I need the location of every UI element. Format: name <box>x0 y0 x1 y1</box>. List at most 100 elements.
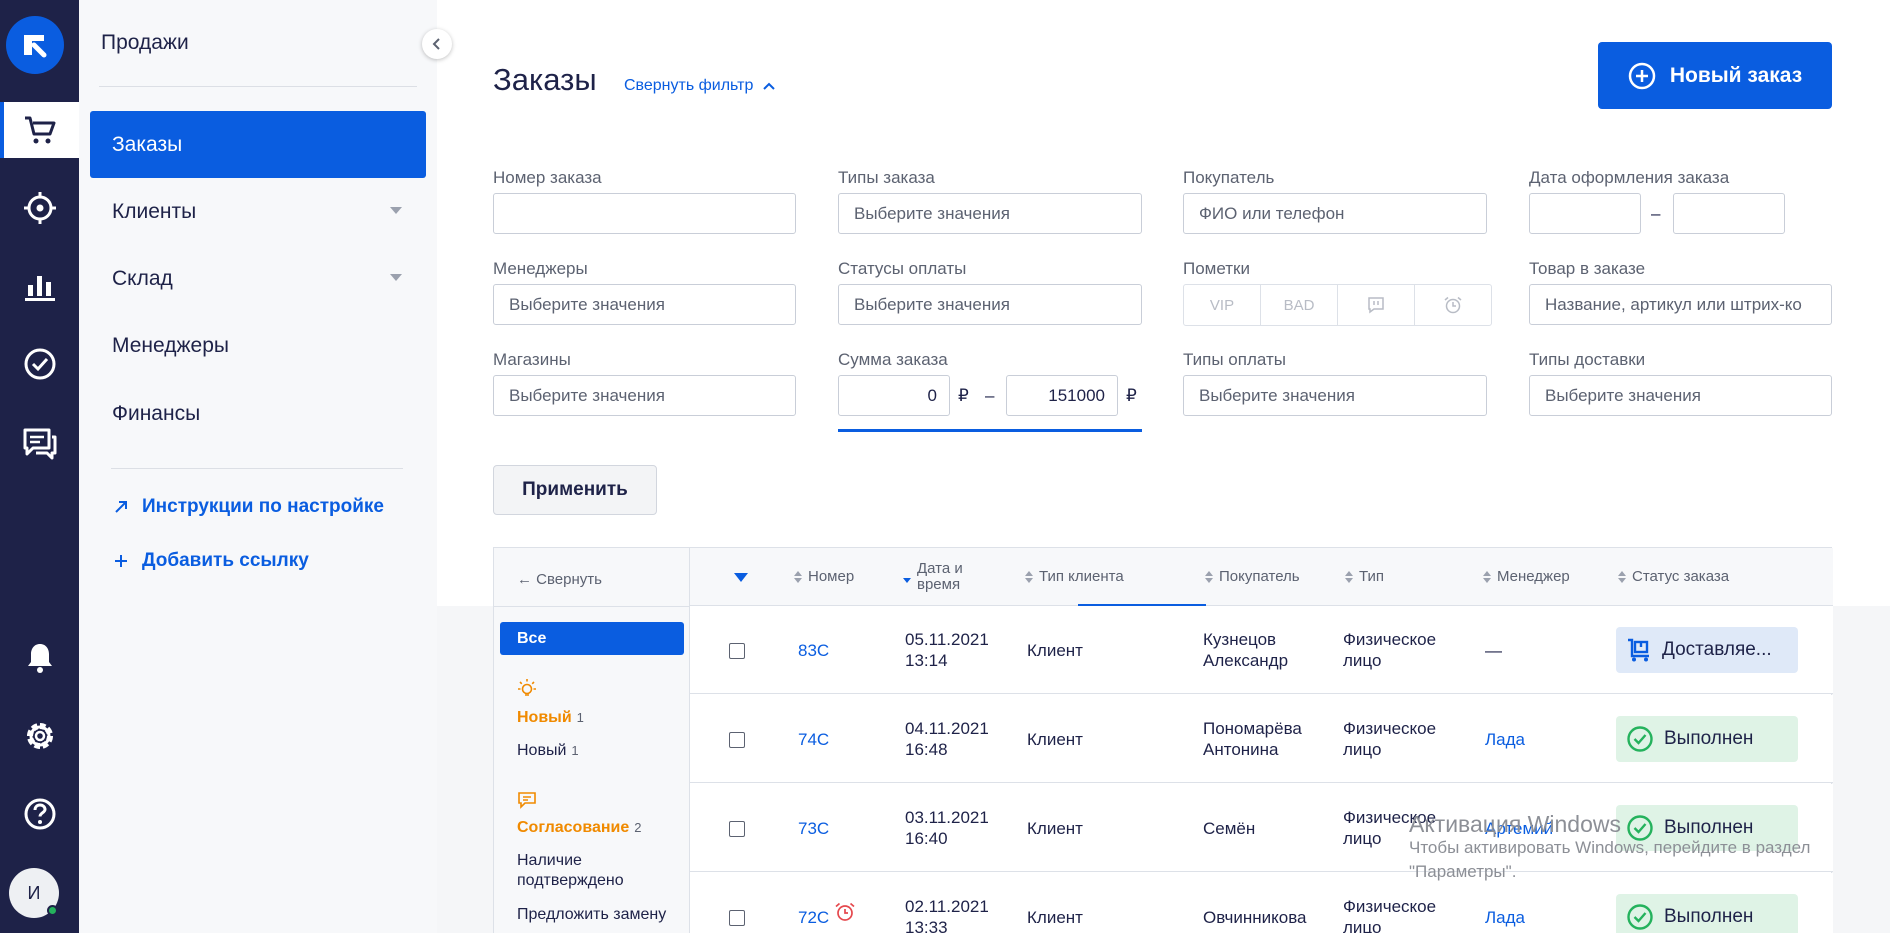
sum-slider-track[interactable] <box>838 429 1142 432</box>
managers-label: Менеджеры <box>493 259 588 278</box>
column-header-label: Тип <box>1359 568 1385 585</box>
status-badge[interactable]: Выполнен <box>1616 894 1798 933</box>
sidebar-item-finance[interactable]: Финансы <box>90 380 426 447</box>
mark-comment-toggle[interactable] <box>1338 285 1415 325</box>
column-header-status[interactable]: Статус заказа <box>1618 548 1729 606</box>
column-header-label: Номер <box>808 568 855 585</box>
payment-types-select[interactable]: Выберите значения <box>1183 375 1487 416</box>
sort-icon <box>1205 571 1213 583</box>
date-to-input[interactable] <box>1673 193 1785 234</box>
order-date: 03.11.2021 <box>905 808 989 827</box>
column-header-buyer[interactable]: Покупатель <box>1205 548 1300 606</box>
bell-icon[interactable] <box>0 630 79 686</box>
sort-icon <box>1345 571 1353 583</box>
order-types-select[interactable]: Выберите значения <box>838 193 1142 234</box>
select-dropdown-icon[interactable] <box>734 573 748 582</box>
order-number-link[interactable]: 74С <box>798 695 829 783</box>
delivery-types-label: Типы доставки <box>1529 350 1646 369</box>
managers-select[interactable]: Выберите значения <box>493 284 796 325</box>
sum-label: Сумма заказа <box>838 350 948 369</box>
collapse-sidebar-button[interactable] <box>422 29 452 59</box>
check-circle-icon[interactable] <box>0 336 79 392</box>
page-title: Заказы <box>493 62 597 97</box>
divider <box>99 86 417 87</box>
sidebar-item-warehouse[interactable]: Склад <box>90 245 426 312</box>
filter-toggle-label: Свернуть фильтр <box>624 77 754 94</box>
column-header-label: Покупатель <box>1219 568 1300 585</box>
column-header-date[interactable]: Дата и время <box>903 548 973 606</box>
sum-from-input[interactable]: 0 <box>838 375 950 416</box>
target-icon[interactable] <box>0 180 79 236</box>
status-label: Доставляе... <box>1662 639 1772 660</box>
collapse-statuses-button[interactable]: ← Свернуть <box>517 571 602 588</box>
setup-instructions-link[interactable]: Инструкции по настройке <box>114 496 384 518</box>
row-checkbox[interactable] <box>729 643 745 659</box>
sidebar-item-clients[interactable]: Клиенты <box>90 178 426 245</box>
status-count: 1 <box>576 710 584 725</box>
plus-circle-icon <box>1628 62 1656 89</box>
status-badge[interactable]: Доставляе... <box>1616 627 1798 673</box>
buyer-name: Пономарёва Антонина <box>1203 719 1302 759</box>
column-header-client-type[interactable]: Тип клиента <box>1025 548 1124 606</box>
status-all[interactable]: Все <box>500 622 684 655</box>
client-type: Клиент <box>1027 818 1083 838</box>
order-number-link[interactable]: 83С <box>798 606 829 694</box>
gear-icon[interactable] <box>0 708 79 764</box>
cart-icon[interactable] <box>0 102 79 158</box>
order-number-link[interactable]: 72С <box>798 873 829 933</box>
table-header: Номер Дата и время Тип клиента Покупател… <box>690 548 1833 606</box>
column-header-manager[interactable]: Менеджер <box>1483 548 1570 606</box>
sidebar-item-orders[interactable]: Заказы <box>90 111 426 178</box>
sum-to-input[interactable]: 151000 <box>1006 375 1118 416</box>
marks-toggle-group: VIP BAD <box>1183 284 1492 326</box>
sidebar-item-label: Клиенты <box>112 199 197 223</box>
status-badge[interactable]: Выполнен <box>1616 716 1798 762</box>
avatar[interactable]: И <box>9 868 59 918</box>
order-time: 13:33 <box>905 918 948 933</box>
apply-button[interactable]: Применить <box>493 465 657 515</box>
payment-statuses-select[interactable]: Выберите значения <box>838 284 1142 325</box>
delivery-types-select[interactable]: Выберите значения <box>1529 375 1832 416</box>
order-datetime: 05.11.2021 13:14 <box>905 606 989 694</box>
row-checkbox[interactable] <box>729 821 745 837</box>
help-icon[interactable] <box>0 786 79 842</box>
client-type: Клиент <box>1027 729 1083 749</box>
sidebar: Продажи Заказы Клиенты Склад Менеджеры Ф… <box>79 0 437 933</box>
mark-alarm-toggle[interactable] <box>1415 285 1491 325</box>
sidebar-item-managers[interactable]: Менеджеры <box>90 312 426 379</box>
currency-label: ₽ <box>1126 386 1137 405</box>
status-group-new[interactable]: Новый 1 <box>517 709 584 727</box>
link-label: Добавить ссылку <box>142 550 309 571</box>
table-row[interactable]: 83С 05.11.2021 13:14 Клиент Кузнецов Але… <box>690 606 1833 694</box>
status-item-suggest-replacement[interactable]: Предложить замену <box>517 905 687 925</box>
status-item-new[interactable]: Новый 1 <box>517 741 687 761</box>
column-header-type[interactable]: Тип <box>1345 548 1384 606</box>
add-link-link[interactable]: Добавить ссылку <box>114 550 309 572</box>
status-item-availability-confirmed[interactable]: Наличие подтверждено <box>517 851 647 891</box>
order-number-input[interactable] <box>493 193 796 234</box>
logo-icon[interactable] <box>6 16 64 74</box>
order-datetime: 02.11.2021 13:33 <box>905 873 989 933</box>
column-header-label: Менеджер <box>1497 568 1570 585</box>
table-row[interactable]: 74С 04.11.2021 16:48 Клиент Пономарёва А… <box>690 695 1833 783</box>
column-header-label: Тип клиента <box>1039 568 1124 585</box>
order-datetime: 04.11.2021 16:48 <box>905 695 989 783</box>
product-input[interactable]: Название, артикул или штрих-ко <box>1529 284 1832 325</box>
manager-link[interactable]: Лада <box>1485 695 1525 783</box>
chart-icon[interactable] <box>0 258 79 314</box>
collapse-filter-toggle[interactable]: Свернуть фильтр <box>624 77 776 95</box>
chat-icon[interactable] <box>0 416 79 472</box>
row-checkbox[interactable] <box>729 910 745 926</box>
date-from-input[interactable] <box>1529 193 1641 234</box>
buyer-input[interactable]: ФИО или телефон <box>1183 193 1487 234</box>
shops-select[interactable]: Выберите значения <box>493 375 796 416</box>
mark-bad-toggle[interactable]: BAD <box>1261 285 1338 325</box>
order-number-link[interactable]: 73С <box>798 784 829 872</box>
mark-vip-toggle[interactable]: VIP <box>1184 285 1261 325</box>
status-group-approval[interactable]: Согласование 2 <box>517 819 641 837</box>
order-time: 13:14 <box>905 651 948 670</box>
column-header-number[interactable]: Номер <box>794 548 854 606</box>
client-type: Клиент <box>1027 640 1083 660</box>
new-order-button[interactable]: Новый заказ <box>1598 42 1832 109</box>
row-checkbox[interactable] <box>729 732 745 748</box>
